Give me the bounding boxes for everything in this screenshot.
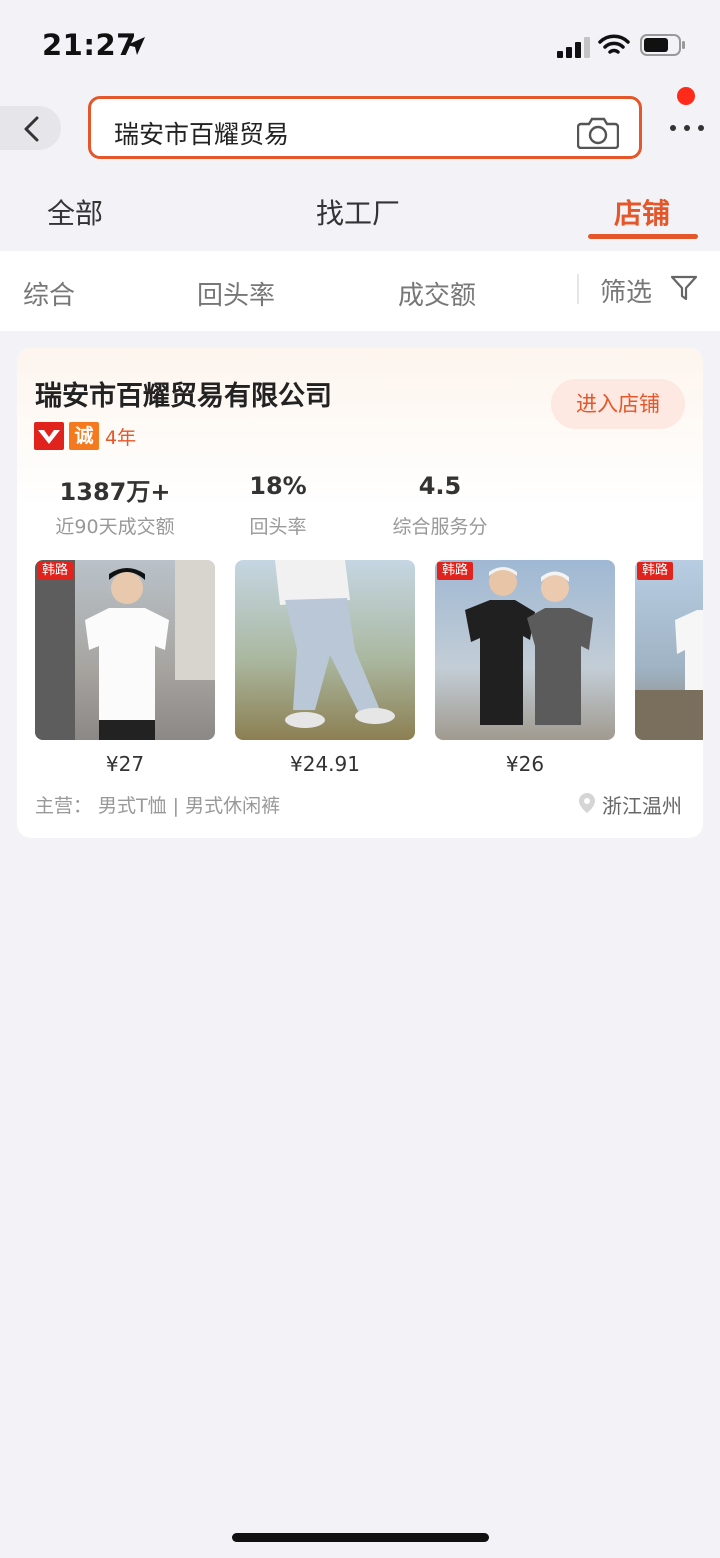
product-price: ¥26 bbox=[505, 752, 545, 776]
stat-service-score-value: 4.5 bbox=[418, 472, 462, 500]
cheng-badge: 诚 bbox=[69, 422, 99, 450]
enter-store-button[interactable]: 进入店铺 bbox=[551, 379, 685, 429]
product-image[interactable]: 韩路 bbox=[35, 560, 215, 740]
notification-dot bbox=[677, 87, 695, 105]
stat-transaction-label: 近90天成交额 bbox=[55, 516, 175, 538]
active-tab-indicator bbox=[588, 234, 698, 239]
status-time: 21:27 bbox=[42, 28, 137, 62]
location-arrow-icon bbox=[127, 37, 145, 55]
member-years: 4年 bbox=[105, 427, 137, 449]
store-name[interactable]: 瑞安市百耀贸易有限公司 bbox=[35, 374, 332, 413]
search-query: 瑞安市百耀贸易 bbox=[114, 120, 290, 149]
member-badge-icon bbox=[34, 422, 64, 450]
filter-bar: 综合 回头率 成交额 筛选 bbox=[0, 251, 720, 331]
tab-bar: 全部 找工厂 店铺 bbox=[0, 180, 720, 250]
chevron-left-icon bbox=[24, 116, 39, 142]
camera-icon[interactable] bbox=[577, 115, 619, 149]
store-card[interactable]: 瑞安市百耀贸易有限公司 进入店铺 诚 4年 1387万+ 近90天成交额 18%… bbox=[17, 348, 703, 838]
more-icon[interactable] bbox=[662, 108, 712, 148]
main-business: 主营： 男式T恤 | 男式休闲裤 bbox=[35, 795, 281, 817]
search-input[interactable]: 瑞安市百耀贸易 bbox=[88, 96, 642, 159]
wifi-icon bbox=[598, 34, 630, 54]
stat-service-score-label: 综合服务分 bbox=[392, 516, 488, 538]
store-location: 浙江温州 bbox=[602, 794, 682, 818]
tab-all[interactable]: 全部 bbox=[47, 192, 103, 232]
product-image[interactable] bbox=[235, 560, 415, 740]
stat-transaction-value: 1387万+ bbox=[59, 478, 171, 506]
filter-repurchase-rate[interactable]: 回头率 bbox=[197, 275, 275, 312]
location-pin-icon bbox=[579, 793, 595, 813]
product-price: ¥24.91 bbox=[290, 752, 360, 776]
battery-icon bbox=[640, 34, 685, 56]
status-bar: 21:27 bbox=[0, 0, 720, 90]
filter-comprehensive[interactable]: 综合 bbox=[23, 275, 75, 312]
filter-transaction-volume[interactable]: 成交额 bbox=[398, 275, 476, 312]
filter-divider bbox=[577, 274, 579, 304]
product-image[interactable]: 韩路 bbox=[635, 560, 703, 740]
product-brand-tag: 韩路 bbox=[37, 562, 73, 580]
product-image[interactable]: 韩路 bbox=[435, 560, 615, 740]
stat-repurchase-value: 18% bbox=[249, 472, 307, 500]
filter-button[interactable]: 筛选 bbox=[600, 272, 652, 309]
tab-find-factory[interactable]: 找工厂 bbox=[316, 192, 400, 232]
home-indicator[interactable] bbox=[232, 1533, 489, 1542]
product-brand-tag: 韩路 bbox=[437, 562, 473, 580]
tab-stores[interactable]: 店铺 bbox=[614, 192, 670, 232]
product-price: ¥27 bbox=[105, 752, 145, 776]
stat-repurchase-label: 回头率 bbox=[249, 516, 307, 538]
cellular-signal-icon bbox=[557, 37, 590, 58]
back-button[interactable] bbox=[0, 106, 61, 150]
funnel-icon[interactable] bbox=[670, 274, 698, 302]
product-brand-tag: 韩路 bbox=[637, 562, 673, 580]
